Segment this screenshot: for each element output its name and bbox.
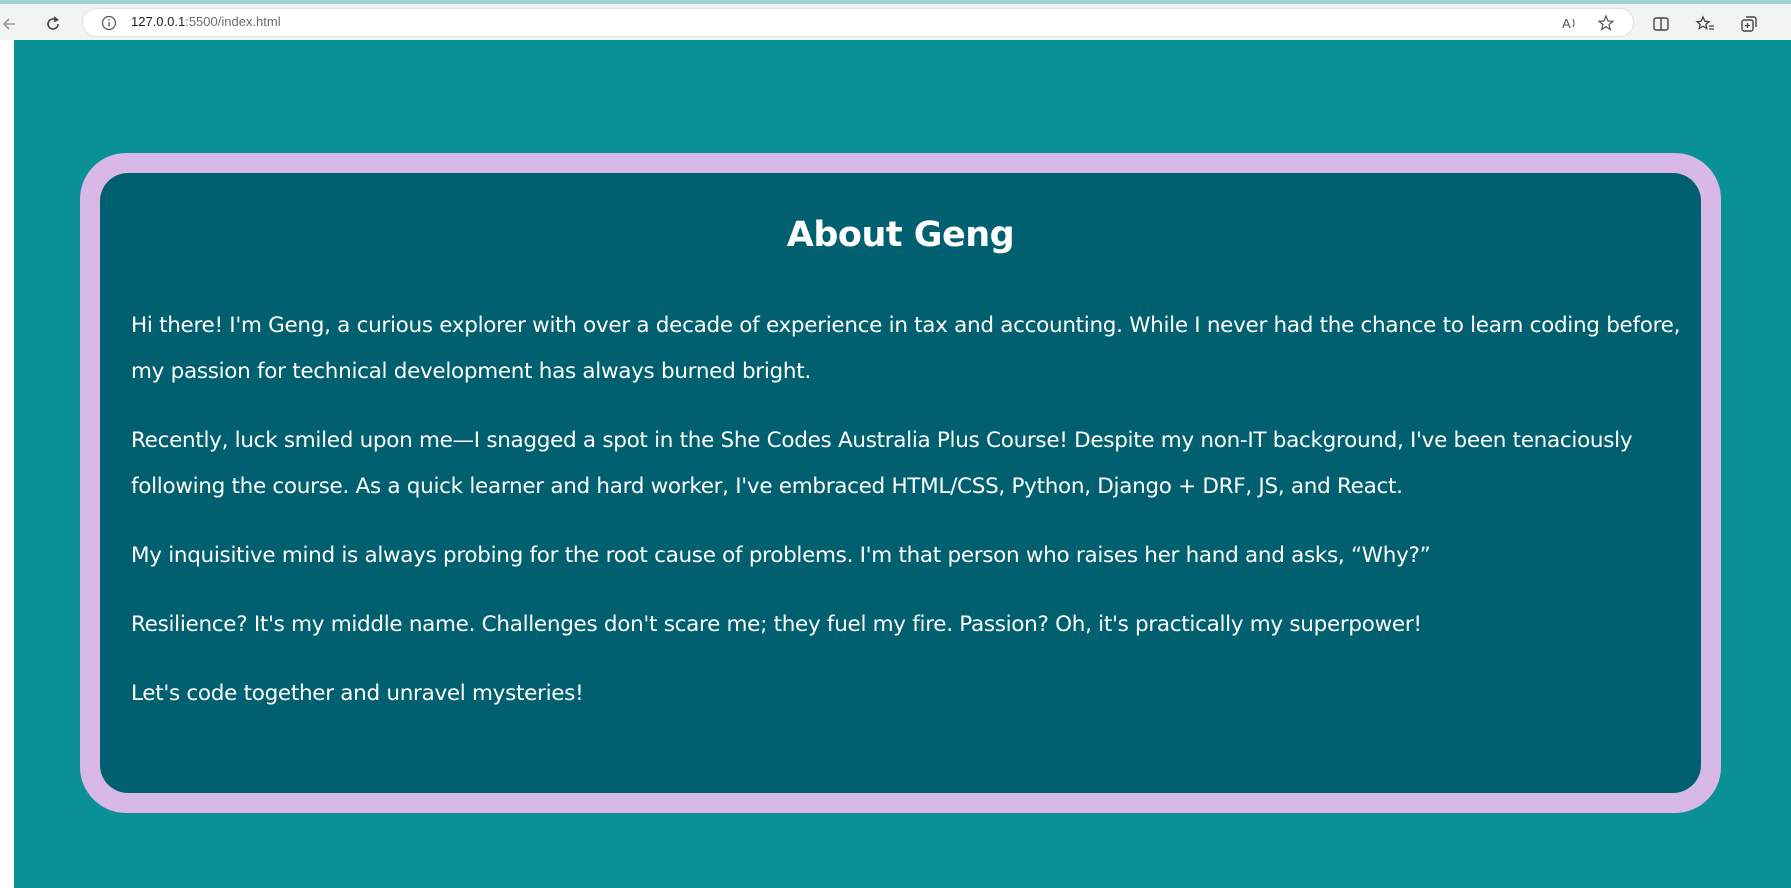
browser-toolbar: 127.0.0.1:5500/index.html A	[0, 0, 1791, 40]
refresh-icon[interactable]	[41, 12, 65, 36]
split-screen-icon[interactable]	[1651, 14, 1671, 34]
address-bar[interactable]: 127.0.0.1:5500/index.html A	[82, 8, 1634, 37]
back-icon[interactable]	[0, 12, 20, 36]
favorites-icon[interactable]	[1695, 14, 1715, 34]
collections-icon[interactable]	[1739, 14, 1759, 34]
left-page-strip	[0, 40, 14, 888]
about-paragraph: Recently, luck smiled upon me—I snagged …	[131, 428, 1633, 499]
url-host: 127.0.0.1	[131, 14, 186, 29]
favorite-star-icon[interactable]	[1597, 14, 1615, 32]
about-paragraph: Hi there! I'm Geng, a curious explorer w…	[131, 313, 1681, 384]
about-paragraphs: Hi there! I'm Geng, a curious explorer w…	[131, 303, 1691, 740]
about-paragraph: Let's code together and unravel mysterie…	[131, 681, 584, 706]
info-icon[interactable]	[101, 15, 117, 31]
url-path: :5500/index.html	[185, 14, 281, 29]
about-card: About Geng Hi there! I'm Geng, a curious…	[100, 173, 1701, 793]
url-text[interactable]: 127.0.0.1:5500/index.html	[131, 14, 281, 29]
read-aloud-icon[interactable]: A	[1561, 14, 1579, 32]
svg-text:A: A	[1562, 16, 1571, 31]
about-paragraph: Resilience? It's my middle name. Challen…	[131, 612, 1422, 637]
about-title: About Geng	[786, 215, 1015, 255]
about-paragraph: My inquisitive mind is always probing fo…	[131, 543, 1431, 568]
